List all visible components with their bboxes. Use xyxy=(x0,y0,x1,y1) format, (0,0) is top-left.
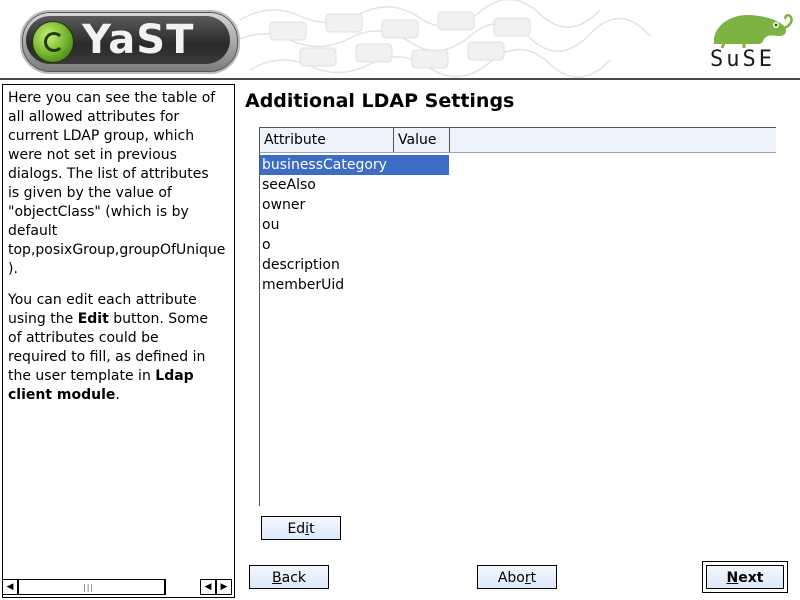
button-accelerator: N xyxy=(726,570,739,586)
help-paragraph-2: You can edit each attribute using the Ed… xyxy=(8,291,234,405)
header-banner: YaST SuSE xyxy=(0,0,800,78)
help-line: is given by the value of xyxy=(8,185,172,201)
help-bold-edit: Edit xyxy=(77,311,109,327)
yast-ball-icon xyxy=(32,21,74,63)
help-line: ). xyxy=(8,261,18,277)
attribute-cell: ou xyxy=(262,217,280,233)
help-line: default xyxy=(8,223,58,239)
help-bold-client-module: client module xyxy=(8,387,116,403)
help-line: . xyxy=(115,387,120,403)
attribute-cell: memberUid xyxy=(262,277,345,293)
help-line: the user template in xyxy=(8,368,156,384)
table-row[interactable]: memberUid xyxy=(260,275,776,295)
help-line: required to fill, as defined in xyxy=(8,349,206,365)
help-line: top,posixGroup,groupOfUnique xyxy=(8,242,226,258)
column-header-value[interactable]: Value xyxy=(394,128,450,152)
suse-logo-text: SuSE xyxy=(710,47,775,72)
help-line: dialogs. The list of attributes xyxy=(8,166,209,182)
table-row[interactable]: owner xyxy=(260,195,776,215)
chameleon-icon xyxy=(713,14,793,49)
help-line: were not set in previous xyxy=(8,147,177,163)
attribute-table[interactable]: Attribute Value businessCategory seeAlso o… xyxy=(259,127,776,506)
help-line: Here you can see the table of xyxy=(8,90,216,106)
button-label: Ed xyxy=(287,521,306,537)
column-header-attribute[interactable]: Attribute xyxy=(260,128,394,152)
yast-logo: YaST xyxy=(20,10,240,74)
help-line: current LDAP group, which xyxy=(8,128,195,144)
help-horizontal-scrollbar[interactable]: ◀ ||| ◀ ▶ xyxy=(2,579,232,595)
help-line: using the xyxy=(8,311,78,327)
button-label: t xyxy=(530,570,537,586)
help-line: "objectClass" (which is by xyxy=(8,204,189,220)
scroll-left-icon[interactable]: ◀ xyxy=(200,579,216,595)
scroll-left-icon[interactable]: ◀ xyxy=(2,579,18,595)
table-row[interactable]: description xyxy=(260,255,776,275)
table-row[interactable]: businessCategory xyxy=(260,155,776,175)
suse-logo: SuSE xyxy=(704,6,796,72)
help-bold-ldap: Ldap xyxy=(155,368,194,384)
button-label: ext xyxy=(738,570,764,586)
scrollbar-thumb[interactable]: ||| xyxy=(19,580,165,594)
table-row[interactable]: ou xyxy=(260,215,776,235)
attribute-cell: o xyxy=(262,237,271,253)
help-line: You can edit each attribute xyxy=(8,292,197,308)
attribute-cell: seeAlso xyxy=(262,177,316,193)
help-line: all allowed attributes for xyxy=(8,109,180,125)
help-line: of attributes could be xyxy=(8,330,159,346)
page-title: Additional LDAP Settings xyxy=(245,90,515,112)
button-label: ack xyxy=(281,570,306,586)
table-row[interactable]: seeAlso xyxy=(260,175,776,195)
scrollbar-track[interactable]: ||| xyxy=(18,579,166,595)
attribute-cell: owner xyxy=(262,197,306,213)
help-pane[interactable]: Here you can see the table of all allowed… xyxy=(2,84,235,598)
scroll-right-icon[interactable]: ▶ xyxy=(216,579,232,595)
help-paragraph-1: Here you can see the table of all allowed… xyxy=(8,89,234,279)
keyboard-background-image xyxy=(230,0,650,78)
button-label: t xyxy=(309,521,315,537)
header-divider xyxy=(0,78,800,80)
yast-logo-text: YaST xyxy=(82,17,195,63)
table-body: businessCategory seeAlso owner ou o descripti… xyxy=(260,155,776,295)
button-accelerator: B xyxy=(272,570,282,586)
abort-button[interactable]: Abort xyxy=(477,565,557,589)
help-text: Here you can see the table of all allowed… xyxy=(8,89,234,579)
table-header: Attribute Value xyxy=(260,128,776,153)
edit-button[interactable]: Edit xyxy=(261,516,341,540)
back-button[interactable]: Back xyxy=(249,565,329,589)
next-button[interactable]: Next xyxy=(706,565,784,589)
button-label: Abo xyxy=(497,570,525,586)
help-line: button. Some xyxy=(108,311,209,327)
grip-icon: ||| xyxy=(83,583,95,592)
attribute-cell: description xyxy=(262,257,340,273)
table-row[interactable]: o xyxy=(260,235,776,255)
attribute-cell: businessCategory xyxy=(260,155,449,175)
